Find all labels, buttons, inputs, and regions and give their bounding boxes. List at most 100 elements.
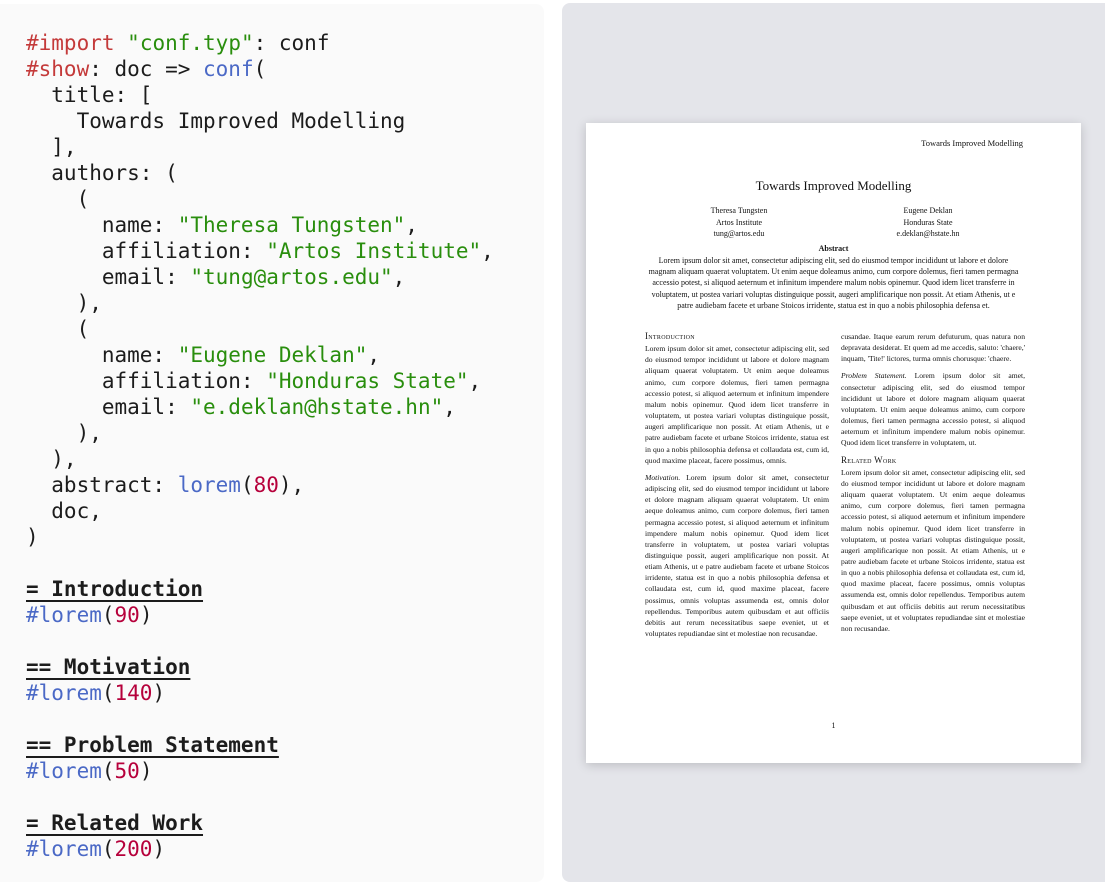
code-line[interactable]: == Problem Statement [26,732,494,758]
code-token: ) [26,525,39,549]
code-token: ( [253,57,267,81]
code-line[interactable]: affiliation: "Artos Institute", [26,238,494,264]
document-page: Towards Improved Modelling Towards Impro… [586,123,1081,763]
code-line[interactable]: affiliation: "Honduras State", [26,368,494,394]
code-token: ( [101,837,115,861]
code-line[interactable]: name: "Theresa Tungsten", [26,212,494,238]
code-line[interactable]: Towards Improved Modelling [26,108,494,134]
code-token: ) [139,603,153,627]
continued-text: cusandae. Itaque earum rerum defuturum, … [841,332,1025,364]
code-line[interactable]: ( [26,186,494,212]
introduction-text: Lorem ipsum dolor sit amet, consectetur … [645,344,829,465]
code-token: "Artos Institute" [266,239,482,263]
code-token: ), [26,421,102,445]
motivation-paragraph: Motivation. Lorem ipsum dolor sit amet, … [645,472,829,639]
code-token: ( [26,317,90,341]
section-heading-related-work: Related Work [841,454,897,465]
author-affiliation: Honduras State [903,217,953,227]
code-line[interactable]: name: "Eugene Deklan", [26,342,494,368]
code-line[interactable]: email: "tung@artos.edu", [26,264,494,290]
code-token: title: [ [26,83,153,107]
author-block: Eugene Deklan Honduras State e.deklan@hs… [843,205,1013,240]
code-token: , [443,395,456,419]
code-line[interactable]: email: "e.deklan@hstate.hn", [26,394,494,420]
code-line[interactable] [26,550,494,576]
code-token: ), [26,447,77,471]
code-token: lorem [177,473,241,497]
code-token: #lorem [26,603,102,627]
code-line[interactable] [26,706,494,732]
author-name: Eugene Deklan [903,206,953,215]
code-token: #lorem [26,837,102,861]
code-token: ) [152,681,166,705]
code-line[interactable]: ( [26,316,494,342]
code-line[interactable]: ) [26,524,494,550]
problem-paragraph: Problem Statement. Lorem ipsum dolor sit… [841,370,1025,448]
code-token: ( [26,187,90,211]
author-email: e.deklan@hstate.hn [896,229,960,238]
code-token: , [392,265,406,289]
code-token: "e.deklan@hstate.hn" [190,395,444,419]
code-token: name: [26,213,178,237]
code-line[interactable]: ), [26,446,494,472]
code-token: ( [240,473,254,497]
code-line[interactable]: #show: doc => conf( [26,56,494,82]
code-token: "Theresa Tungsten" [177,213,406,237]
code-token: , [481,239,494,263]
code-token: , [468,369,482,393]
preview-pane[interactable]: Towards Improved Modelling Towards Impro… [562,3,1105,882]
code-token: : conf [253,31,330,55]
source-code[interactable]: #import "conf.typ": conf #show: doc => co… [26,30,494,862]
author-name: Theresa Tungsten [710,206,768,215]
code-token: #lorem [26,759,102,783]
author-email: tung@artos.edu [713,229,765,238]
code-token: : doc => [89,57,204,81]
code-line[interactable]: doc, [26,498,494,524]
code-token: ( [101,603,115,627]
code-token: #lorem [26,681,102,705]
code-token: email: [26,395,191,419]
section-heading-introduction: Introduction [645,331,695,341]
abstract-heading: Abstract [818,244,849,253]
code-token: ) [152,837,166,861]
code-line[interactable]: #import "conf.typ": conf [26,30,494,56]
code-line[interactable]: title: [ [26,82,494,108]
code-line[interactable]: abstract: lorem(80), [26,472,494,498]
author-affiliation: Artos Institute [716,217,762,227]
code-line[interactable]: ), [26,290,494,316]
code-line[interactable]: ), [26,420,494,446]
code-line[interactable]: authors: ( [26,160,494,186]
right-column: cusandae. Itaque earum rerum defuturum, … [841,331,1025,701]
code-line[interactable] [26,628,494,654]
code-token: ), [26,291,102,315]
code-line[interactable]: #lorem(200) [26,836,494,862]
motivation-text: Lorem ipsum dolor sit amet, consectetur … [645,472,829,639]
code-token: email: [26,265,191,289]
page-number: 1 [831,721,836,730]
heading-token: = Related Work [26,811,204,835]
document-title: Towards Improved Modelling [755,178,912,193]
code-line[interactable]: #lorem(50) [26,758,494,784]
code-token: ( [101,681,115,705]
code-line[interactable] [26,784,494,810]
code-token: "Honduras State" [266,369,469,393]
code-line[interactable]: = Introduction [26,576,494,602]
related-work-text: Lorem ipsum dolor sit amet, consectetur … [841,467,1025,633]
code-token: ( [101,759,115,783]
code-token: ) [139,759,153,783]
code-token: authors: ( [26,161,178,185]
code-line[interactable]: #lorem(140) [26,680,494,706]
code-line[interactable]: #lorem(90) [26,602,494,628]
code-token: #import [26,31,115,55]
code-line[interactable]: == Motivation [26,654,494,680]
code-token: conf [203,57,254,81]
code-line[interactable]: = Related Work [26,810,494,836]
running-header: Towards Improved Modelling [921,138,1023,148]
code-line[interactable]: ], [26,134,494,160]
code-editor[interactable]: #import "conf.typ": conf #show: doc => co… [0,4,544,882]
code-token: ), [278,473,305,497]
heading-token: == Motivation [26,655,191,679]
abstract-text: Lorem ipsum dolor sit amet, consectetur … [648,256,1019,310]
code-token: 80 [253,473,279,497]
